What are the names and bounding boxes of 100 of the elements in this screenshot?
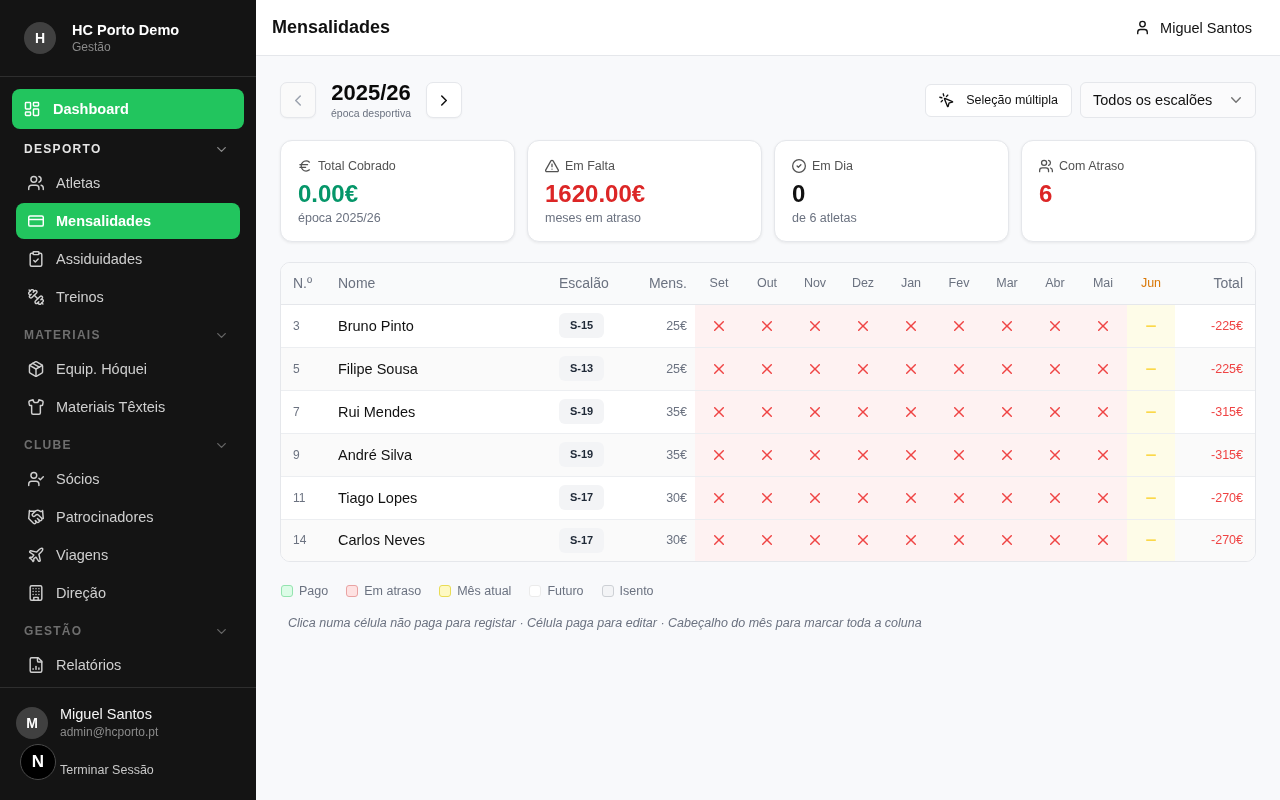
section-header[interactable]: GESTÃO	[24, 621, 232, 641]
dash-icon	[1146, 453, 1156, 456]
cross-icon	[906, 535, 916, 546]
month-header[interactable]: Dez	[839, 263, 887, 304]
month-header[interactable]: Set	[695, 263, 743, 304]
payment-cell[interactable]	[1079, 304, 1127, 347]
user-avatar: M	[16, 707, 48, 739]
nav-item[interactable]: Viagens	[16, 537, 240, 573]
nav-item[interactable]: Sócios	[16, 461, 240, 497]
payment-cell[interactable]	[695, 476, 743, 519]
section-header[interactable]: DESPORTO	[24, 139, 232, 159]
payment-cell[interactable]	[695, 304, 743, 347]
nav-item[interactable]: Equip. Hóquei	[16, 351, 240, 387]
user-menu[interactable]: Miguel Santos	[1123, 13, 1264, 42]
payment-cell[interactable]	[1079, 433, 1127, 476]
payment-cell[interactable]	[695, 433, 743, 476]
athlete-name: Filipe Sousa	[325, 347, 547, 390]
cross-icon	[1002, 449, 1012, 460]
cross-icon	[954, 492, 964, 503]
payment-cell[interactable]	[1127, 347, 1175, 390]
column-header: Mens.	[627, 263, 695, 304]
month-header[interactable]: Abr	[1031, 263, 1079, 304]
plane-icon	[28, 547, 44, 563]
brand-avatar: H	[24, 22, 56, 54]
payment-cell[interactable]	[1079, 347, 1127, 390]
column-header: N.º	[281, 263, 325, 304]
cross-icon	[714, 406, 724, 417]
cross-icon	[1050, 449, 1060, 460]
legend-label: Pago	[299, 584, 329, 598]
cross-icon	[810, 449, 820, 460]
hint-text: Clica numa célula não paga para registar · Célula paga para editar · Cabeçalho do mês para marcar toda a coluna	[287, 616, 923, 630]
chevron-icon	[217, 332, 226, 338]
row-number: 11	[281, 476, 325, 519]
section-header[interactable]: CLUBE	[24, 435, 232, 455]
nav-item[interactable]: Treinos	[16, 279, 240, 315]
page-title: Mensalidades	[272, 17, 391, 38]
dumbbell-icon	[28, 289, 44, 305]
payment-cell[interactable]	[695, 347, 743, 390]
dev-tools-badge[interactable]: N	[20, 744, 56, 780]
athlete-name: Carlos Neves	[325, 519, 547, 561]
handshake-icon	[28, 509, 44, 525]
total-amount: -315€	[1175, 433, 1255, 476]
payment-cell[interactable]	[1127, 476, 1175, 519]
row-number: 9	[281, 433, 325, 476]
cross-icon	[954, 535, 964, 546]
stat-value: 6	[1039, 179, 1054, 209]
cross-icon	[1002, 535, 1012, 546]
payment-cell[interactable]	[695, 519, 743, 561]
check-circle-icon	[792, 159, 806, 173]
athlete-name: André Silva	[325, 433, 547, 476]
chevron-down-icon	[1231, 97, 1241, 103]
nav-item[interactable]: Relatórios	[16, 647, 240, 683]
payment-cell[interactable]	[1127, 390, 1175, 433]
stat-label: Total Cobrado	[318, 159, 396, 173]
cross-icon	[1098, 535, 1108, 546]
fee-amount: 25€	[627, 347, 695, 390]
cross-icon	[906, 406, 916, 417]
cross-icon	[714, 363, 724, 374]
nav-item[interactable]: Assiduidades	[16, 241, 240, 277]
multi-select-button[interactable]: Seleção múltipla	[925, 83, 1072, 117]
total-amount: -315€	[1175, 390, 1255, 433]
logout-button[interactable]: Terminar Sessão	[60, 762, 154, 778]
cross-icon	[1098, 449, 1108, 460]
dash-icon	[1146, 539, 1156, 542]
cross-icon	[1002, 406, 1012, 417]
grid-icon	[24, 101, 40, 117]
team-badge: S-13	[559, 356, 605, 381]
payment-cell[interactable]	[1127, 519, 1175, 561]
month-header[interactable]: Out	[743, 263, 791, 304]
cross-icon	[762, 492, 772, 503]
cross-icon	[1098, 406, 1108, 417]
section-header[interactable]: MATERIAIS	[24, 325, 232, 345]
nav-item[interactable]: Materiais Têxteis	[16, 389, 240, 425]
payment-cell[interactable]	[1079, 390, 1127, 433]
column-header: Escalão	[547, 263, 627, 304]
cross-icon	[762, 449, 772, 460]
payment-cell[interactable]	[1079, 519, 1127, 561]
payment-cell[interactable]	[1079, 476, 1127, 519]
month-header[interactable]: Jan	[887, 263, 935, 304]
fee-amount: 30€	[627, 519, 695, 561]
stat-value: 0	[792, 179, 807, 209]
nav-item[interactable]: Atletas	[16, 165, 240, 201]
fee-amount: 35€	[627, 433, 695, 476]
payment-cell[interactable]	[1127, 304, 1175, 347]
chevron-icon	[217, 146, 226, 152]
nav-item[interactable]: Patrocinadores	[16, 499, 240, 535]
stat-label: Com Atraso	[1059, 159, 1125, 173]
cross-icon	[1050, 406, 1060, 417]
month-header[interactable]: Nov	[791, 263, 839, 304]
payment-cell[interactable]	[1127, 433, 1175, 476]
month-header[interactable]: Fev	[935, 263, 983, 304]
next-season-button[interactable]	[426, 82, 462, 118]
cross-icon	[858, 406, 868, 417]
team-badge: S-19	[559, 399, 605, 424]
month-header[interactable]: Mai	[1079, 263, 1127, 304]
nav-item[interactable]: Direção	[16, 575, 240, 611]
cross-icon	[1050, 320, 1060, 331]
month-header[interactable]: Mar	[983, 263, 1031, 304]
filter-dropdown[interactable]: Todos os escalões	[1080, 82, 1256, 118]
payment-cell[interactable]	[695, 390, 743, 433]
